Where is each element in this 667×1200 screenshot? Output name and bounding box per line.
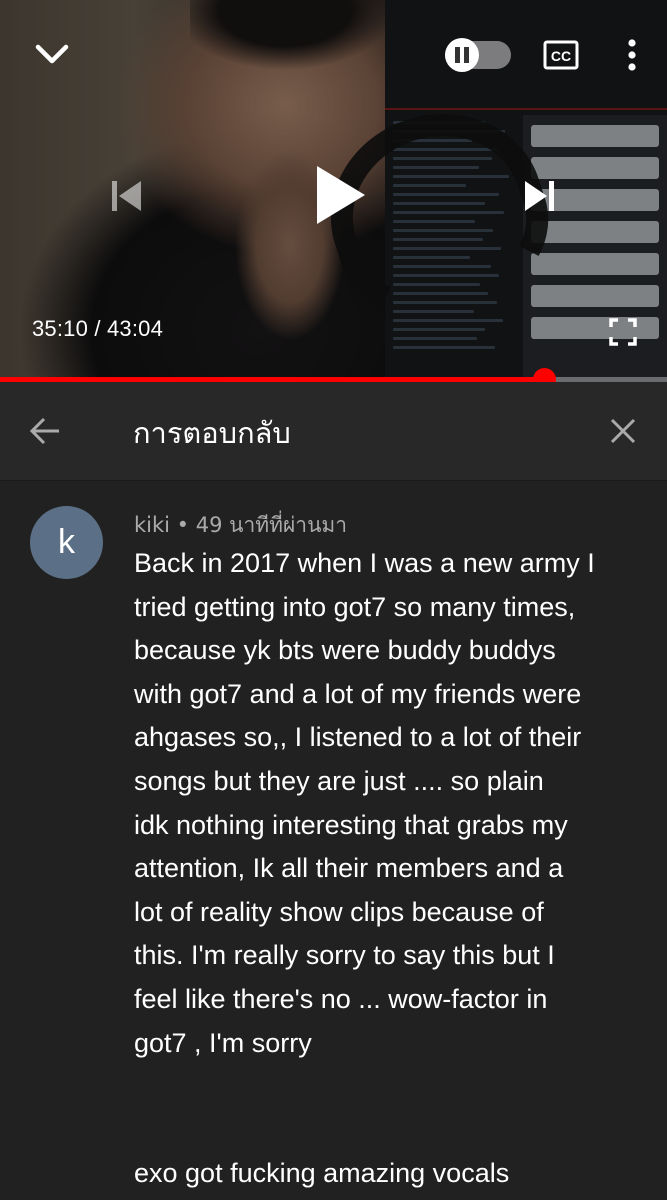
back-button[interactable] xyxy=(20,408,70,454)
comment-line: feel like there's no ... wow-factor in xyxy=(134,983,548,1014)
next-button[interactable] xyxy=(512,168,568,224)
close-button[interactable] xyxy=(598,408,648,454)
previous-button[interactable] xyxy=(98,168,154,224)
arrow-back-icon xyxy=(29,417,59,445)
comment-line: with got7 and a lot of my friends were xyxy=(134,678,582,709)
comment-line: songs but they are just .... so plain xyxy=(134,765,544,796)
comment-line: because yk bts were buddy buddys xyxy=(134,635,556,666)
fullscreen-button[interactable] xyxy=(600,312,646,352)
close-icon xyxy=(610,418,636,444)
svg-text:CC: CC xyxy=(551,48,571,64)
comment-line: got7 , I'm sorry xyxy=(134,1027,312,1058)
time-current: 35:10 xyxy=(32,316,89,341)
autoplay-toggle[interactable] xyxy=(443,38,513,72)
comment-line: idk nothing interesting that grabs my xyxy=(134,809,568,840)
replies-header: การตอบกลับ xyxy=(0,382,667,481)
collapse-player-button[interactable] xyxy=(22,30,82,78)
comment-line: ahgases so,, I listened to a lot of thei… xyxy=(134,722,582,753)
more-vert-icon xyxy=(628,39,636,71)
video-player[interactable]: CC 35:10 / 43:04 xyxy=(0,0,667,382)
skip-next-icon xyxy=(525,181,554,211)
comment-meta: kiki • 49 นาทีที่ผ่านมา xyxy=(134,509,347,542)
fullscreen-icon xyxy=(609,318,637,346)
more-options-button[interactable] xyxy=(612,34,652,76)
time-display: 35:10 / 43:04 xyxy=(32,316,163,342)
comment-text: Back in 2017 when I was a new army I tri… xyxy=(134,542,649,1196)
replies-title: การตอบกลับ xyxy=(133,416,291,450)
comment-line: tried getting into got7 so many times, xyxy=(134,591,576,622)
pause-toggle-icon xyxy=(445,38,479,72)
comment-line: attention, Ik all their members and a xyxy=(134,853,564,884)
comment-time: 49 นาทีที่ผ่านมา xyxy=(195,513,348,537)
avatar[interactable]: k xyxy=(30,506,103,579)
comment-line: exo got fucking amazing vocals xyxy=(134,1158,510,1189)
comment-author[interactable]: kiki xyxy=(134,513,170,537)
play-icon xyxy=(317,166,365,224)
closed-captions-icon: CC xyxy=(543,40,579,70)
comment-line: lot of reality show clips because of xyxy=(134,896,544,927)
captions-button[interactable]: CC xyxy=(536,34,586,76)
time-separator: / xyxy=(88,316,107,341)
comment: k kiki • 49 นาทีที่ผ่านมา Back in 2017 w… xyxy=(0,481,667,1200)
chevron-down-icon xyxy=(35,44,69,64)
seek-bar-thumb[interactable] xyxy=(532,368,556,382)
play-button[interactable] xyxy=(300,155,380,235)
skip-previous-icon xyxy=(112,181,141,211)
time-total: 43:04 xyxy=(107,316,164,341)
comment-line: this. I'm really sorry to say this but I xyxy=(134,940,555,971)
comment-line: Back in 2017 when I was a new army I xyxy=(134,548,595,578)
meta-separator: • xyxy=(170,513,196,537)
